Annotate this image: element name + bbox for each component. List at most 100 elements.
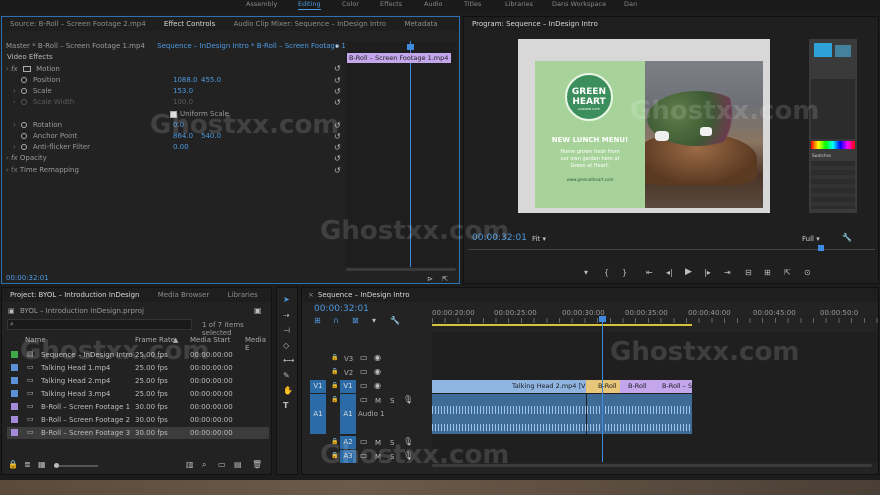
workspace-editing[interactable]: Editing bbox=[298, 0, 321, 10]
search-input[interactable]: ⌕ bbox=[7, 319, 192, 330]
sync-lock-icon[interactable]: ▭ bbox=[360, 382, 368, 390]
label-color-swatch[interactable] bbox=[11, 429, 18, 436]
label-color-swatch[interactable] bbox=[11, 416, 18, 423]
lock-icon[interactable]: 🔒 bbox=[331, 396, 338, 404]
lift-icon[interactable]: ⇱ bbox=[784, 269, 791, 277]
ec-clip-bar[interactable]: B-Roll – Screen Footage 1.mp4 bbox=[347, 53, 451, 63]
program-playhead[interactable] bbox=[818, 245, 824, 251]
mute-button[interactable]: M bbox=[375, 397, 381, 405]
filter-icon[interactable]: ⊳ bbox=[427, 275, 433, 283]
workspace-color[interactable]: Color bbox=[342, 0, 359, 10]
tab-audio-clip-mixer[interactable]: Audio Clip Mixer: Sequence – InDesign In… bbox=[225, 17, 394, 31]
icon-view-icon[interactable]: ▦ bbox=[38, 461, 46, 469]
go-to-out-icon[interactable]: ⇥ bbox=[724, 269, 731, 277]
ec-playhead-marker[interactable] bbox=[407, 44, 414, 50]
label-color-swatch[interactable] bbox=[11, 377, 18, 384]
project-item-row[interactable]: ▭ B-Roll – Screen Footage 2 30.00 fps 00:00… bbox=[7, 414, 269, 426]
slip-tool-icon[interactable]: ⟷ bbox=[283, 357, 294, 365]
opacity-row[interactable]: › fx Opacity bbox=[6, 153, 47, 164]
reset-icon[interactable]: ↺ bbox=[334, 155, 341, 163]
tab-media-browser[interactable]: Media Browser bbox=[150, 288, 218, 302]
nest-icon[interactable]: ⊞ bbox=[314, 317, 321, 325]
play-icon[interactable]: ▶ bbox=[685, 268, 692, 277]
eye-icon[interactable]: ◉ bbox=[374, 354, 381, 362]
project-item-row[interactable]: ▭ B-Roll – Screen Footage 1 30.00 fps 00:00… bbox=[7, 401, 269, 413]
project-item-row[interactable]: ▭ Talking Head 3.mp4 25.00 fps 00:00:00:00 bbox=[7, 388, 269, 400]
ec-zoom-slider[interactable] bbox=[346, 268, 456, 271]
position-x-value[interactable]: 1088.0 bbox=[173, 75, 198, 86]
close-icon[interactable]: × bbox=[302, 288, 316, 302]
linked-selection-icon[interactable]: ⊠ bbox=[352, 317, 359, 325]
tab-sequence[interactable]: Sequence – InDesign Intro bbox=[316, 288, 418, 302]
workspace-audio[interactable]: Audio bbox=[424, 0, 442, 10]
mark-in-icon[interactable]: { bbox=[604, 269, 609, 277]
time-remap-row[interactable]: › fx Time Remapping bbox=[6, 165, 79, 176]
track-label[interactable]: V1 bbox=[340, 380, 356, 393]
ec-timecode[interactable]: 00:00:32:01 bbox=[6, 274, 49, 282]
program-viewer[interactable]: GREEN HEART GARDEN CAFE NEW LUNCH MENU! … bbox=[518, 39, 770, 213]
sync-lock-icon[interactable]: ▭ bbox=[360, 368, 368, 376]
step-forward-icon[interactable]: |▸ bbox=[704, 269, 711, 277]
timeline-playhead-marker[interactable] bbox=[599, 316, 606, 322]
export-frame-icon[interactable]: ⊙ bbox=[804, 269, 811, 277]
scale-value[interactable]: 153.0 bbox=[173, 86, 193, 97]
workspace-dans[interactable]: Dans Workspace bbox=[552, 0, 606, 10]
lock-icon[interactable]: 🔒 bbox=[331, 368, 338, 376]
trash-icon[interactable]: 🗑 bbox=[252, 461, 262, 469]
new-item-icon[interactable]: ▤ bbox=[234, 461, 242, 469]
reset-icon[interactable]: ↺ bbox=[334, 167, 341, 175]
export-icon[interactable]: ⇱ bbox=[442, 275, 448, 283]
lock-icon[interactable]: 🔒 bbox=[8, 461, 18, 469]
timeline-playhead[interactable] bbox=[602, 318, 603, 462]
audio-clip-a1[interactable] bbox=[432, 394, 586, 434]
program-scrub-bar[interactable] bbox=[468, 249, 875, 250]
stopwatch-icon[interactable] bbox=[20, 88, 27, 94]
sync-lock-icon[interactable]: ▭ bbox=[360, 396, 368, 404]
fit-dropdown[interactable]: Fit ▾ bbox=[532, 235, 546, 243]
zoom-slider[interactable] bbox=[54, 463, 98, 468]
marker-icon[interactable]: ▾ bbox=[372, 317, 376, 325]
eye-icon[interactable]: ◉ bbox=[374, 382, 381, 390]
ripple-edit-icon[interactable]: ⊣ bbox=[283, 327, 290, 335]
tab-source[interactable]: Source: B-Roll – Screen Footage 2.mp4 bbox=[2, 17, 154, 31]
eye-icon[interactable]: ◉ bbox=[374, 368, 381, 376]
tab-program[interactable]: Program: Sequence – InDesign Intro bbox=[464, 17, 606, 31]
workspace-titles[interactable]: Titles bbox=[464, 0, 481, 10]
pen-tool-icon[interactable]: ✎ bbox=[283, 372, 290, 380]
sync-lock-icon[interactable]: ▭ bbox=[360, 354, 368, 362]
antiflicker-value[interactable]: 0.00 bbox=[173, 142, 189, 153]
clip-broll-3[interactable]: B-Roll – S bbox=[650, 380, 692, 393]
clip-talking-head-2[interactable]: Talking Head 2.mp4 [V] bbox=[432, 380, 586, 393]
stopwatch-icon[interactable] bbox=[21, 133, 27, 139]
expand-icon[interactable]: ▸ bbox=[336, 41, 340, 52]
project-item-row[interactable]: ▭ B-Roll – Screen Footage 3 30.00 fps 00:00… bbox=[7, 427, 269, 439]
timeline-ruler[interactable]: 00:00:20:00 00:00:25:00 00:00:30:00 00:0… bbox=[432, 306, 878, 328]
sequence-clip-label[interactable]: Sequence – InDesign Intro * B-Roll – Scr… bbox=[157, 42, 364, 50]
label-color-swatch[interactable] bbox=[11, 351, 18, 358]
solo-button[interactable]: S bbox=[390, 397, 394, 405]
find-icon[interactable]: ⌕ bbox=[202, 461, 206, 469]
mic-icon[interactable]: 🎙 bbox=[403, 396, 413, 404]
type-tool-icon[interactable]: T bbox=[283, 402, 288, 410]
label-color-swatch[interactable] bbox=[11, 390, 18, 397]
go-to-in-icon[interactable]: ⇤ bbox=[646, 269, 653, 277]
reset-icon[interactable]: ↺ bbox=[334, 88, 341, 96]
wrench-icon[interactable]: 🔧 bbox=[842, 234, 852, 242]
track-label[interactable]: A1 bbox=[340, 394, 356, 434]
reset-icon[interactable]: ↺ bbox=[334, 65, 341, 73]
track-label[interactable]: V3 bbox=[342, 355, 355, 363]
source-patch-v1[interactable]: V1 bbox=[310, 380, 326, 393]
overwrite-icon[interactable]: ⊞ bbox=[764, 269, 771, 277]
label-color-swatch[interactable] bbox=[11, 364, 18, 371]
tab-metadata[interactable]: Metadata bbox=[396, 17, 445, 31]
workspace-dan[interactable]: Dan bbox=[624, 0, 637, 10]
timeline-timecode[interactable]: 00:00:32:01 bbox=[314, 304, 369, 314]
workspace-libraries[interactable]: Libraries bbox=[505, 0, 533, 10]
tab-libraries[interactable]: Libraries bbox=[220, 288, 266, 302]
reset-icon[interactable]: ↺ bbox=[334, 144, 341, 152]
tab-project[interactable]: Project: BYOL – Introduction InDesign bbox=[2, 288, 148, 302]
clip-broll-1[interactable]: B-Roll bbox=[586, 380, 620, 393]
workspace-assembly[interactable]: Assembly bbox=[246, 0, 277, 10]
lock-icon[interactable]: 🔒 bbox=[331, 382, 338, 390]
new-bin-icon[interactable]: ▣ bbox=[254, 307, 262, 315]
